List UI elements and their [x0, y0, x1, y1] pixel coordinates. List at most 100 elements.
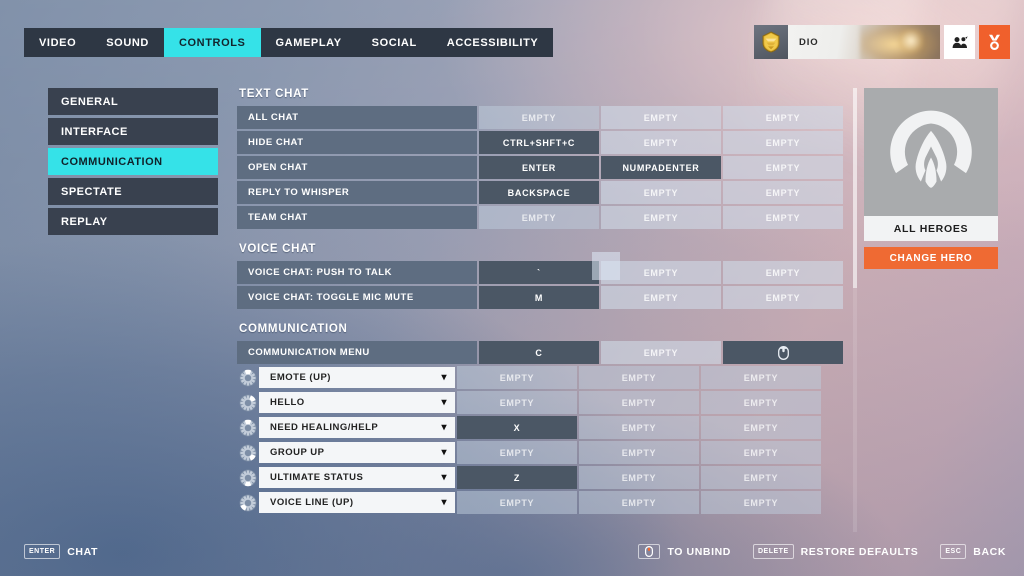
binding-cell[interactable]: `	[479, 261, 599, 284]
binding-row: TEAM CHAT EMPTY EMPTY EMPTY	[237, 206, 857, 229]
binding-cell[interactable]: EMPTY	[579, 491, 699, 514]
section-header-communication: COMMUNICATION	[239, 323, 348, 335]
binding-row-label: TEAM CHAT	[237, 206, 477, 229]
binding-cell[interactable]: EMPTY	[701, 366, 821, 389]
settings-sidebar: GENERAL INTERFACE COMMUNICATION SPECTATE REP…	[48, 88, 218, 238]
section-header-text-chat: TEXT CHAT	[239, 88, 309, 100]
key-delete: DELETE	[753, 544, 794, 559]
dropdown-label: ULTIMATE STATUS	[270, 472, 364, 483]
binding-cell[interactable]: EMPTY	[701, 416, 821, 439]
binding-row-label: ALL CHAT	[237, 106, 477, 129]
binding-cell[interactable]: CTRL+SHFT+C	[479, 131, 599, 154]
communication-dropdown[interactable]: VOICE LINE (UP) ▾	[259, 492, 455, 513]
binding-cell[interactable]: EMPTY	[579, 416, 699, 439]
binding-cell[interactable]: EMPTY	[579, 441, 699, 464]
binding-cell[interactable]: EMPTY	[723, 206, 843, 229]
hint-to-unbind[interactable]: TO UNBIND	[638, 544, 731, 559]
dropdown-label: EMOTE (UP)	[270, 372, 331, 383]
binding-cell[interactable]: EMPTY	[457, 366, 577, 389]
wheel-position-icon	[237, 441, 259, 464]
binding-row: ALL CHAT EMPTY EMPTY EMPTY	[237, 106, 857, 129]
change-hero-button[interactable]: CHANGE HERO	[864, 247, 998, 269]
binding-cell[interactable]: NUMPADENTER	[601, 156, 721, 179]
communication-dropdown[interactable]: NEED HEALING/HELP ▾	[259, 417, 455, 438]
tab-gameplay[interactable]: GAMEPLAY	[261, 28, 357, 57]
binding-cell[interactable]: EMPTY	[723, 131, 843, 154]
chevron-down-icon: ▾	[441, 472, 447, 483]
sidebar-item-replay[interactable]: REPLAY	[48, 208, 218, 235]
binding-cell[interactable]: EMPTY	[701, 491, 821, 514]
binding-cell[interactable]: ENTER	[479, 156, 599, 179]
wheel-position-icon	[237, 416, 259, 439]
sidebar-item-interface[interactable]: INTERFACE	[48, 118, 218, 145]
chevron-down-icon: ▾	[441, 422, 447, 433]
binding-row-label: OPEN CHAT	[237, 156, 477, 179]
hero-panel: ALL HEROES CHANGE HERO	[864, 88, 998, 269]
binding-cell[interactable]: EMPTY	[601, 286, 721, 309]
binding-cell[interactable]: EMPTY	[601, 131, 721, 154]
binding-cell[interactable]: EMPTY	[601, 106, 721, 129]
mouse-middle-click-icon[interactable]	[723, 341, 843, 364]
binding-row: VOICE CHAT: PUSH TO TALK ` EMPTY EMPTY	[237, 261, 857, 284]
hint-restore-defaults[interactable]: DELETE RESTORE DEFAULTS	[753, 544, 918, 559]
communication-dropdown[interactable]: EMOTE (UP) ▾	[259, 367, 455, 388]
binding-cell[interactable]: EMPTY	[579, 466, 699, 489]
binding-cell[interactable]: Z	[457, 466, 577, 489]
binding-row: EMOTE (UP) ▾ EMPTY EMPTY EMPTY	[237, 366, 857, 389]
sidebar-item-spectate[interactable]: SPECTATE	[48, 178, 218, 205]
binding-cell[interactable]: EMPTY	[479, 206, 599, 229]
hint-label: RESTORE DEFAULTS	[800, 545, 919, 558]
binding-cell[interactable]: BACKSPACE	[479, 181, 599, 204]
sidebar-item-general[interactable]: GENERAL	[48, 88, 218, 115]
tab-controls[interactable]: CONTROLS	[163, 28, 261, 57]
binding-cell[interactable]: EMPTY	[601, 181, 721, 204]
tab-sound[interactable]: SOUND	[91, 28, 164, 57]
binding-cell[interactable]: EMPTY	[723, 261, 843, 284]
binding-row: ULTIMATE STATUS ▾ Z EMPTY EMPTY	[237, 466, 857, 489]
binding-cell[interactable]: EMPTY	[701, 441, 821, 464]
group-icon[interactable]	[944, 25, 975, 59]
tab-social[interactable]: SOCIAL	[357, 28, 432, 57]
communication-dropdown[interactable]: GROUP UP ▾	[259, 442, 455, 463]
binding-cell[interactable]: EMPTY	[701, 391, 821, 414]
key-enter: ENTER	[24, 544, 61, 559]
sidebar-item-communication[interactable]: COMMUNICATION	[48, 148, 218, 175]
top-navigation: VIDEO SOUND CONTROLS GAMEPLAY SOCIAL ACCESSIB…	[24, 28, 554, 57]
binding-cell[interactable]: EMPTY	[457, 391, 577, 414]
binding-cell[interactable]: EMPTY	[601, 341, 721, 364]
binding-row-label: COMMUNICATION MENU	[237, 341, 477, 364]
scrollbar-thumb[interactable]	[853, 88, 857, 288]
binding-cell[interactable]: EMPTY	[457, 491, 577, 514]
tab-video[interactable]: VIDEO	[24, 28, 91, 57]
binding-cell[interactable]: EMPTY	[579, 366, 699, 389]
hint-chat[interactable]: ENTER CHAT	[24, 544, 98, 559]
binding-cell[interactable]: EMPTY	[723, 106, 843, 129]
binding-cell[interactable]: EMPTY	[479, 106, 599, 129]
medal-icon[interactable]	[979, 25, 1010, 59]
dropdown-label: GROUP UP	[270, 447, 325, 458]
binding-cell[interactable]: EMPTY	[579, 391, 699, 414]
communication-dropdown[interactable]: ULTIMATE STATUS ▾	[259, 467, 455, 488]
binding-cell[interactable]: EMPTY	[723, 286, 843, 309]
tab-accessibility[interactable]: ACCESSIBILITY	[432, 28, 554, 57]
wheel-position-icon	[237, 391, 259, 414]
hint-label: TO UNBIND	[667, 545, 731, 558]
chevron-down-icon: ▾	[441, 397, 447, 408]
binding-cell[interactable]: C	[479, 341, 599, 364]
chevron-down-icon: ▾	[441, 372, 447, 383]
communication-dropdown[interactable]: HELLO ▾	[259, 392, 455, 413]
binding-cell[interactable]: X	[457, 416, 577, 439]
binding-cell[interactable]: EMPTY	[701, 466, 821, 489]
binding-row: NEED HEALING/HELP ▾ X EMPTY EMPTY	[237, 416, 857, 439]
binding-cell[interactable]: EMPTY	[723, 181, 843, 204]
binding-row: HELLO ▾ EMPTY EMPTY EMPTY	[237, 391, 857, 414]
binding-cell[interactable]: EMPTY	[457, 441, 577, 464]
binding-cell[interactable]: M	[479, 286, 599, 309]
binding-cell[interactable]: EMPTY	[601, 206, 721, 229]
player-card[interactable]: DIO	[754, 25, 1010, 59]
section-header-voice-chat: VOICE CHAT	[239, 243, 317, 255]
hint-back[interactable]: ESC BACK	[940, 544, 1006, 559]
binding-row-label: REPLY TO WHISPER	[237, 181, 477, 204]
hint-chat-label: CHAT	[67, 545, 99, 558]
binding-cell[interactable]: EMPTY	[723, 156, 843, 179]
